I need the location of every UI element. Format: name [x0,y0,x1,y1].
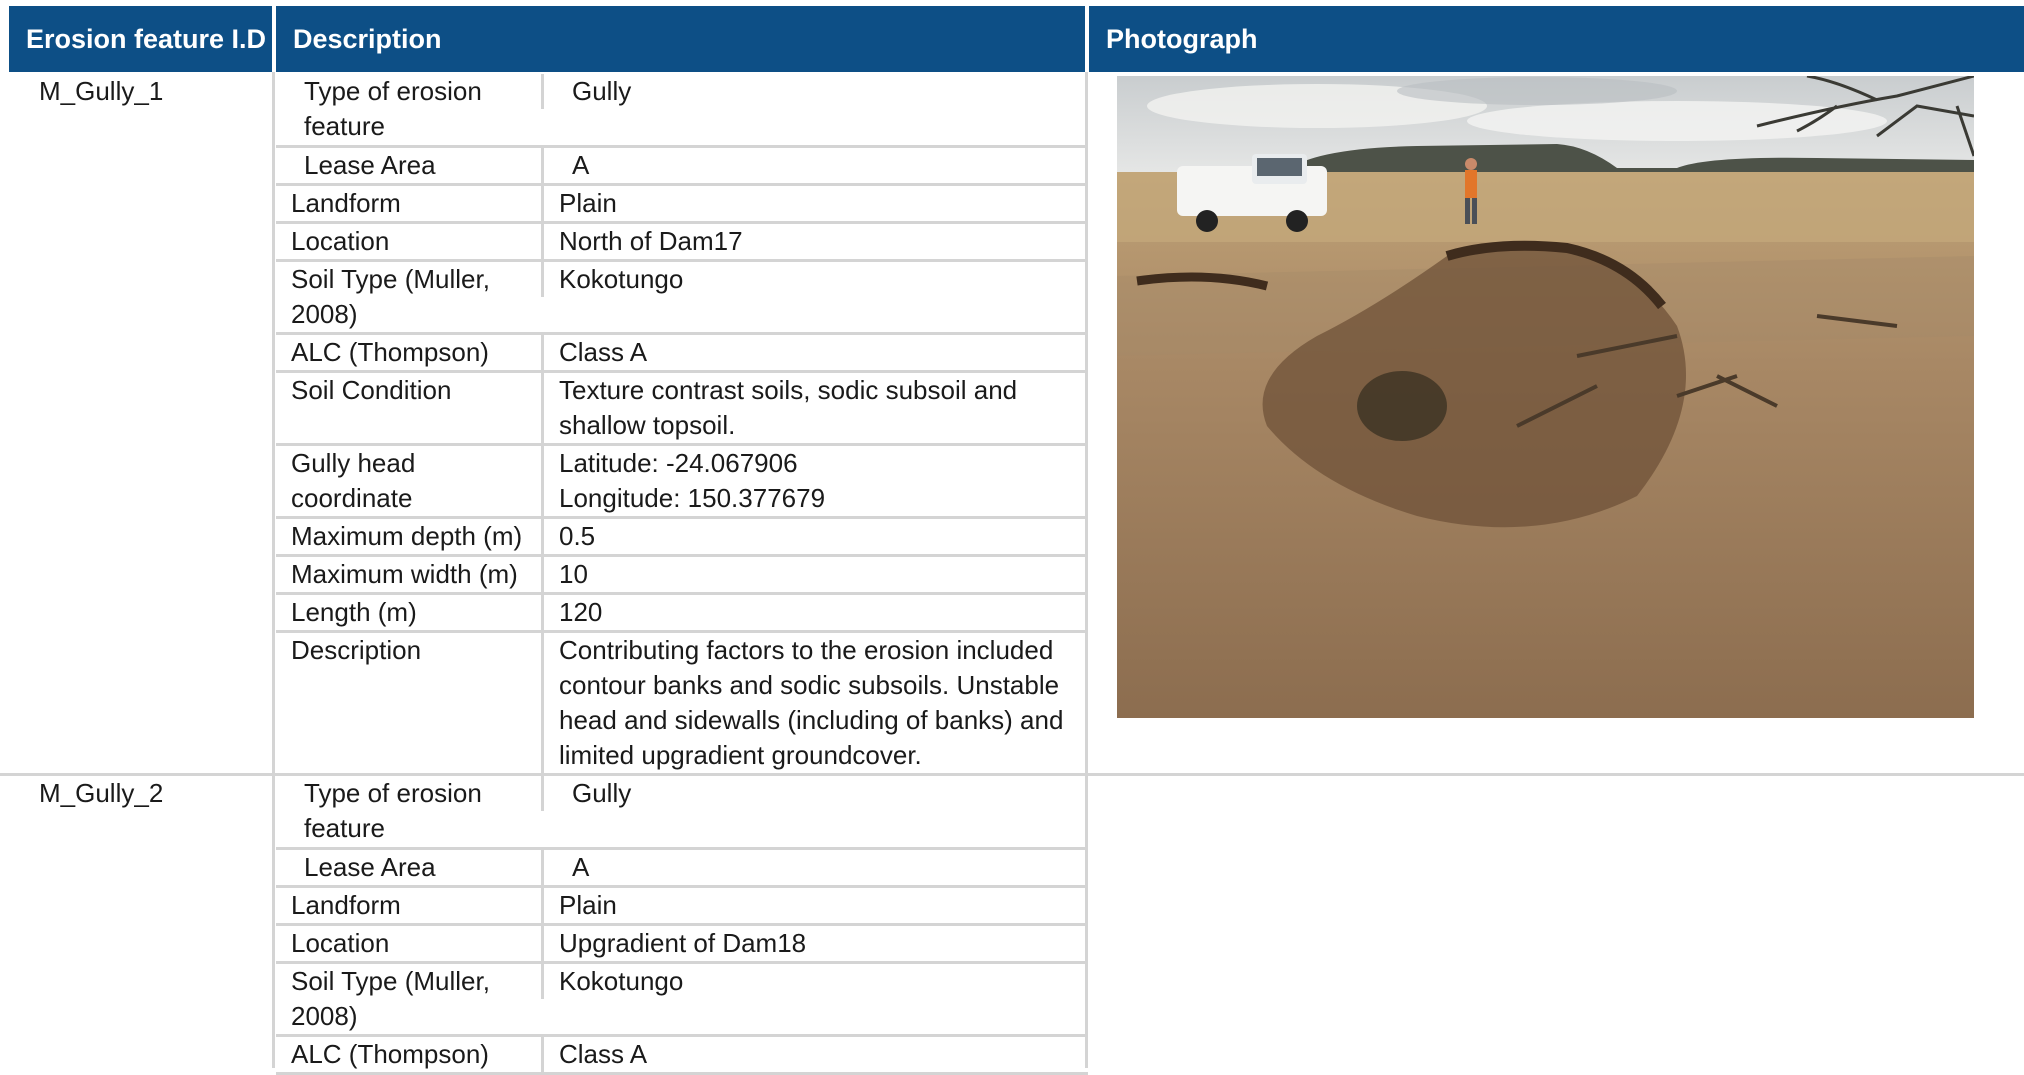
attribute-value: Kokotungo [541,262,1088,297]
attribute-key: ALC (Thompson) [291,1039,489,1069]
attribute-value: 10 [541,557,1088,592]
attribute-row: Lease Area A [276,850,1088,888]
attribute-row: Gully head coordinate Latitude: -24.0679… [276,446,1088,519]
attribute-row: Maximum depth (m) 0.5 [276,519,1088,557]
attribute-value: Gully [541,74,1088,109]
attribute-key: Landform [291,890,401,920]
attribute-row: Soil Type (Muller, 2008) Kokotungo [276,262,1088,335]
attribute-row: Landform Plain [276,888,1088,926]
attribute-key: Soil Condition [291,375,452,405]
attribute-key: Description [291,635,422,665]
attribute-row: Length (m) 120 [276,595,1088,633]
attribute-value: A [541,148,1088,183]
longitude-value: Longitude: 150.377679 [559,483,826,513]
feature-2-attributes: Type of erosion feature Gully Lease Area… [276,776,1088,1075]
erosion-register-page: Erosion feature I.D Description Photogra… [0,0,2024,1075]
header-erosion-feature-id: Erosion feature I.D [9,6,272,72]
column-divider-id [272,72,275,1068]
attribute-key: Lease Area [304,150,436,180]
attribute-key: Type of erosion feature [304,76,482,141]
header-photograph: Photograph [1089,6,2024,72]
gully-photograph [1117,76,1974,718]
attribute-row: Description Contributing factors to the … [276,633,1088,779]
attribute-row: ALC (Thompson) Class A [276,335,1088,373]
attribute-row: Lease Area A [276,148,1088,186]
shrub [1357,371,1447,441]
attribute-key: Landform [291,188,401,218]
attribute-row: Location North of Dam17 [276,224,1088,262]
attribute-value: Kokotungo [541,964,1088,999]
attribute-value: Plain [541,888,1088,923]
attribute-value: Class A [541,335,1088,370]
attribute-key: Location [291,928,390,958]
attribute-row: Type of erosion feature Gully [276,74,1088,148]
attribute-row: Maximum width (m) 10 [276,557,1088,595]
attribute-key: Location [291,226,390,256]
feature-id-1: M_Gully_1 [39,76,164,106]
attribute-value: 0.5 [541,519,1088,554]
attribute-value: Upgradient of Dam18 [541,926,1088,961]
attribute-value: Latitude: -24.067906 Longitude: 150.3776… [541,446,1088,516]
attribute-value: A [541,850,1088,885]
attribute-row: Landform Plain [276,186,1088,224]
latitude-value: Latitude: -24.067906 [559,448,798,478]
attribute-row: Location Upgradient of Dam18 [276,926,1088,964]
attribute-key: Type of erosion feature [304,778,482,843]
attribute-key: Lease Area [304,852,436,882]
attribute-value: Texture contrast soils, sodic subsoil an… [541,373,1088,443]
attribute-value: Contributing factors to the erosion incl… [541,633,1088,779]
feature-id-2: M_Gully_2 [39,778,164,808]
attribute-key: ALC (Thompson) [291,337,489,367]
attribute-row: Soil Condition Texture contrast soils, s… [276,373,1088,446]
attribute-key: Maximum width (m) [291,559,518,589]
attribute-value: North of Dam17 [541,224,1088,259]
attribute-row: Type of erosion feature Gully [276,776,1088,850]
attribute-key: Gully head coordinate [291,448,416,513]
attribute-value: Class A [541,1037,1088,1072]
attribute-key: Soil Type (Muller, 2008) [291,966,490,1031]
header-description: Description [276,6,1085,72]
feature-1-attributes: Type of erosion feature Gully Lease Area… [276,74,1088,779]
attribute-value: Gully [541,776,1088,811]
attribute-row: ALC (Thompson) Class A [276,1037,1088,1075]
attribute-value: 120 [541,595,1088,630]
attribute-key: Maximum depth (m) [291,521,523,551]
gully-photo-illustration [1117,76,1974,718]
attribute-row: Soil Type (Muller, 2008) Kokotungo [276,964,1088,1037]
attribute-value: Plain [541,186,1088,221]
attribute-key: Length (m) [291,597,417,627]
attribute-key: Soil Type (Muller, 2008) [291,264,490,329]
